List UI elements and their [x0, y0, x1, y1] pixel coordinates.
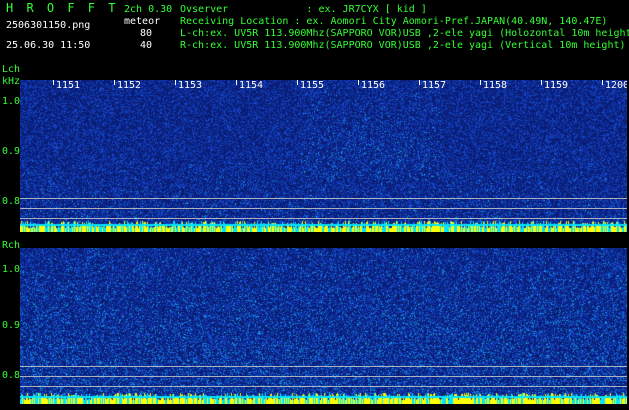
- time-tick-label: 1156: [361, 80, 386, 91]
- time-tick-label: 1154: [239, 80, 264, 91]
- rch-spectrogram: [20, 248, 627, 404]
- datetime-label: 25.06.30 11:50: [6, 40, 91, 51]
- lch-ref-line-3: [20, 218, 627, 219]
- time-tick-label: 1159: [544, 80, 569, 91]
- time-tick-label: 1200: [605, 80, 627, 91]
- time-tick-mark: [114, 80, 115, 85]
- time-tick-mark: [53, 80, 54, 85]
- lch-spectrogram: 1151 1152 1153 1154 1155 1156 1157 1158 1159 1200…: [20, 80, 627, 232]
- l-count: 80: [140, 28, 153, 39]
- time-tick-mark: [602, 80, 603, 85]
- time-tick-label: 1153: [178, 80, 203, 91]
- time-tick-mark: [419, 80, 420, 85]
- rch-ytick-0-8: 0.8: [2, 370, 21, 381]
- r-count: 40: [140, 40, 153, 51]
- lch-unit: kHz: [2, 76, 21, 87]
- time-tick-mark: [541, 80, 542, 85]
- filename-label: 2506301150.png: [6, 20, 91, 31]
- time-tick-label: 1155: [300, 80, 325, 91]
- rch-ref-line-1: [20, 366, 627, 367]
- lch-ref-line-1: [20, 198, 627, 199]
- lch-ytick-1-0: 1.0: [2, 96, 21, 107]
- lch-ytick-0-9: 0.9: [2, 146, 21, 157]
- location-line: Receiving Location : ex. Aomori City Aom…: [180, 16, 608, 27]
- time-tick-label: 1157: [422, 80, 447, 91]
- rch-ytick-0-9: 0.9: [2, 320, 21, 331]
- mode-label: 2ch 0.30: [124, 4, 173, 15]
- time-tick-label: 1151: [56, 80, 81, 91]
- rch-ref-line-3: [20, 386, 627, 387]
- rch-ytick-1-0: 1.0: [2, 264, 21, 275]
- meteor-label: meteor: [124, 16, 161, 27]
- time-tick-mark: [358, 80, 359, 85]
- rch-title: Rch: [2, 240, 21, 251]
- observer-line: Ovserver : ex. JR7CYX [ kid ]: [180, 4, 427, 15]
- time-tick-mark: [236, 80, 237, 85]
- time-tick-mark: [175, 80, 176, 85]
- lch-title: Lch: [2, 64, 21, 75]
- lch-config-line: L-ch:ex. UV5R 113.900Mhz(SAPPORO VOR)USB…: [180, 28, 629, 39]
- time-tick-label: 1158: [483, 80, 508, 91]
- time-tick-mark: [297, 80, 298, 85]
- rch-config-line: R-ch:ex. UV5R 113.900Mhz(SAPPORO VOR)USB…: [180, 40, 626, 51]
- time-tick-label: 1152: [117, 80, 142, 91]
- app-logo: H R O F F T: [6, 1, 119, 15]
- lch-ref-line-2: [20, 208, 627, 209]
- time-tick-mark: [480, 80, 481, 85]
- lch-ytick-0-8: 0.8: [2, 196, 21, 207]
- rch-ref-line-2: [20, 376, 627, 377]
